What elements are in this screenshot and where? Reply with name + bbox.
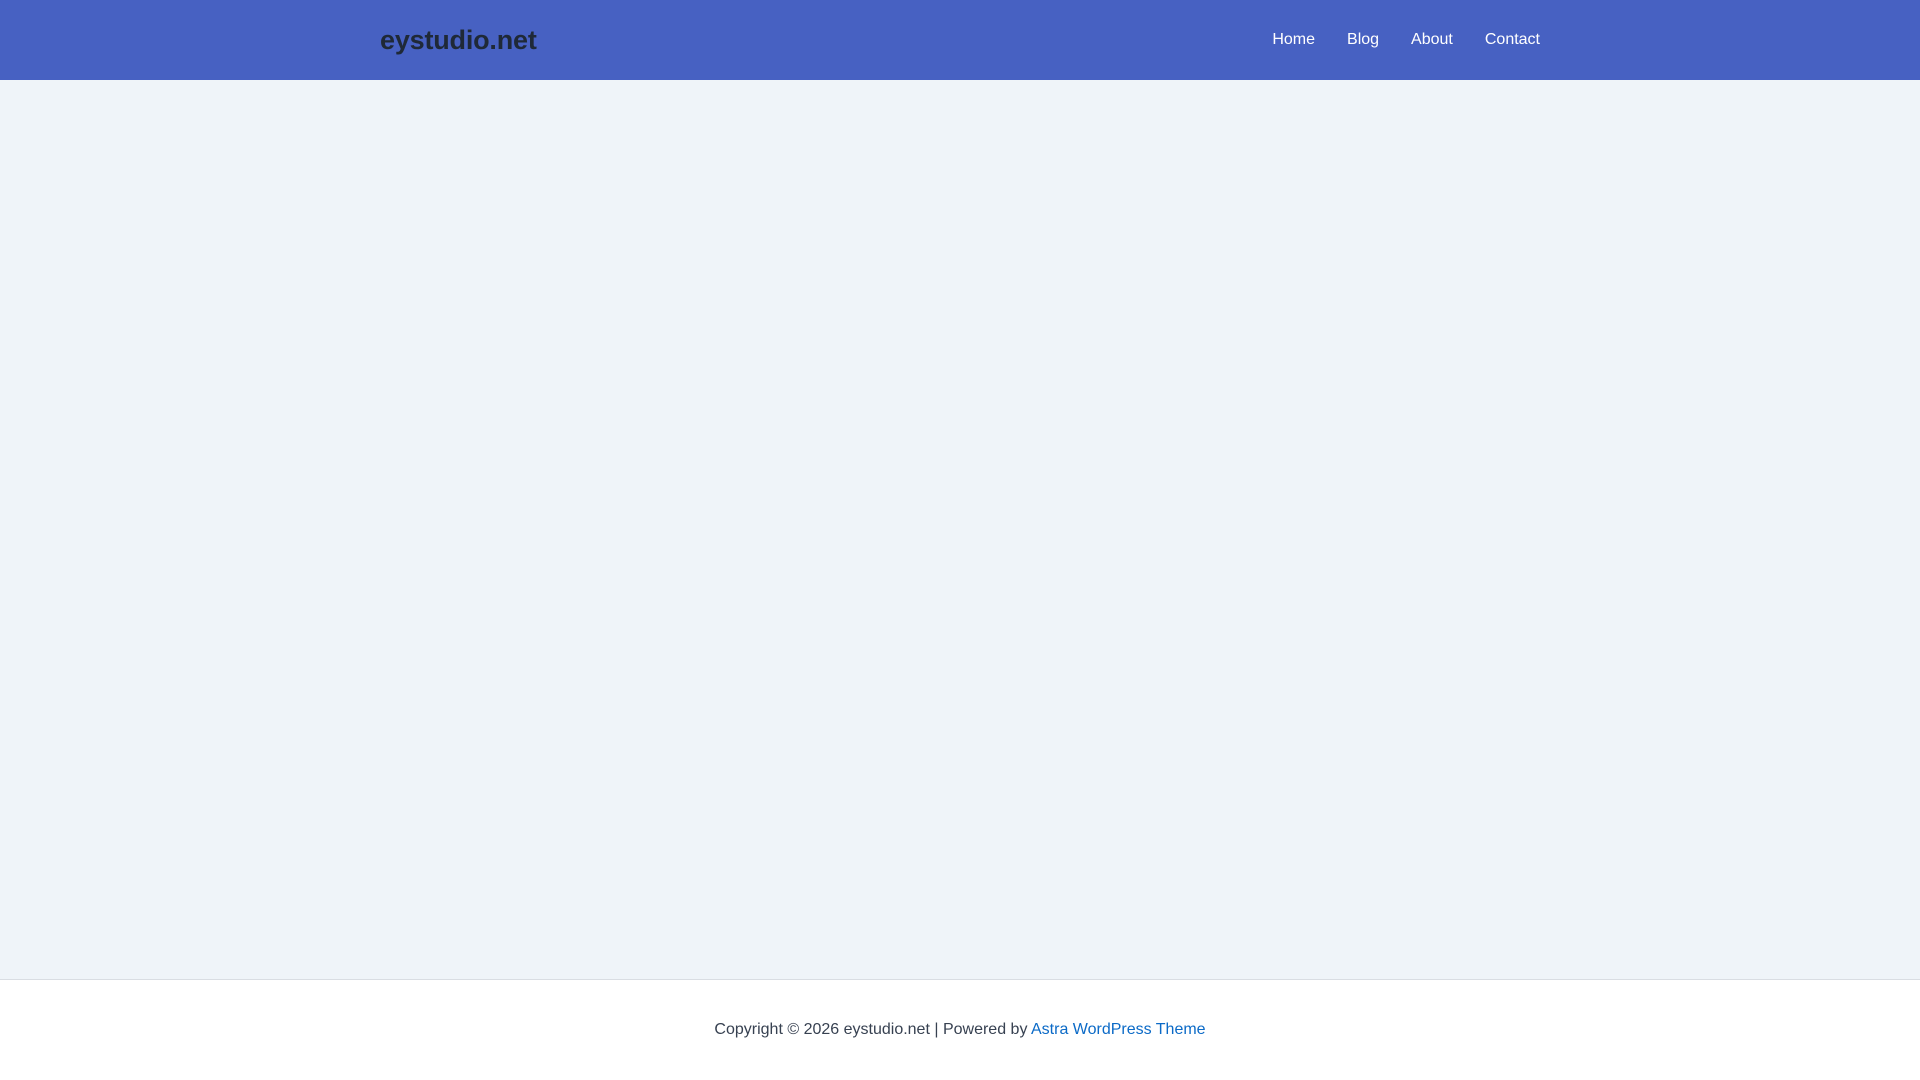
main-content-area — [0, 80, 1920, 979]
nav-item-blog[interactable]: Blog — [1331, 0, 1395, 80]
nav-item-home[interactable]: Home — [1256, 0, 1331, 80]
footer-copyright: Copyright © 2026 eystudio.net | Powered … — [714, 1021, 1205, 1039]
site-header: eystudio.net Home Blog About Contact — [0, 0, 1920, 80]
nav-item-about[interactable]: About — [1395, 0, 1469, 80]
header-inner: eystudio.net Home Blog About Contact — [360, 0, 1560, 80]
copyright-text: Copyright © 2026 eystudio.net | Powered … — [714, 1021, 1028, 1038]
main-navigation: Home Blog About Contact — [1256, 0, 1540, 80]
site-title-link[interactable]: eystudio.net — [380, 25, 537, 56]
theme-credit-link[interactable]: Astra WordPress Theme — [1031, 1021, 1206, 1038]
site-footer: Copyright © 2026 eystudio.net | Powered … — [0, 979, 1920, 1080]
nav-item-contact[interactable]: Contact — [1469, 0, 1540, 80]
page: eystudio.net Home Blog About Contact Cop… — [0, 0, 1920, 1080]
